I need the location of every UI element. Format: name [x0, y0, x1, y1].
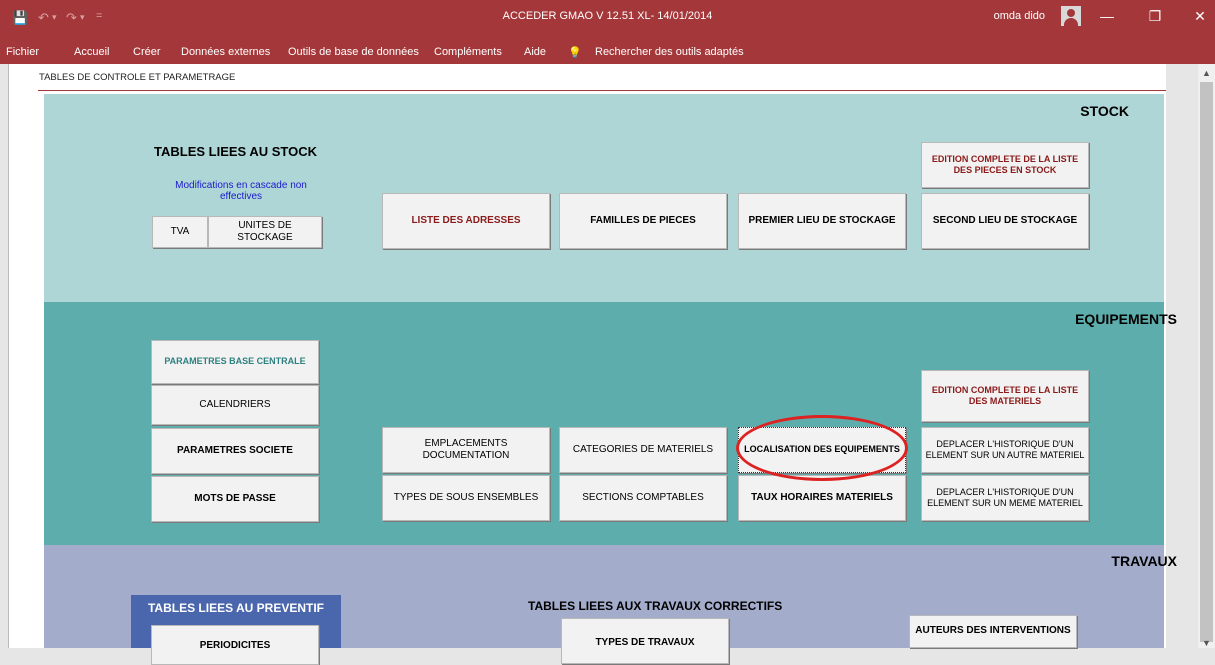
sections-comptables-button[interactable]: SECTIONS COMPTABLES: [559, 475, 727, 521]
ribbon-menu: Fichier Accueil Créer Données externes O…: [0, 40, 1215, 64]
types-sous-ensembles-button[interactable]: TYPES DE SOUS ENSEMBLES: [382, 475, 550, 521]
second-lieu-button[interactable]: SECOND LIEU DE STOCKAGE: [921, 193, 1089, 249]
restore-button[interactable]: ❐: [1140, 8, 1170, 25]
parametres-societe-button[interactable]: PARAMETRES SOCIETE: [151, 428, 319, 474]
minimize-button[interactable]: —: [1092, 8, 1122, 24]
unites-stockage-button[interactable]: UNITES DE STOCKAGE: [208, 216, 322, 248]
equipements-title: EQUIPEMENTS: [1075, 311, 1177, 327]
form-tab-title[interactable]: TABLES DE CONTROLE ET PARAMETRAGE: [39, 72, 235, 83]
lightbulb-icon[interactable]: 💡: [568, 46, 582, 59]
mots-de-passe-button[interactable]: MOTS DE PASSE: [151, 476, 319, 522]
edition-pieces-button[interactable]: EDITION COMPLETE DE LA LISTE DES PIECES …: [921, 142, 1089, 188]
travaux-title: TRAVAUX: [1111, 553, 1177, 569]
categories-materiels-button[interactable]: CATEGORIES DE MATERIELS: [559, 427, 727, 473]
tva-button[interactable]: TVA: [152, 216, 208, 248]
calendriers-button[interactable]: CALENDRIERS: [151, 385, 319, 425]
scroll-down-icon[interactable]: ▼: [1202, 638, 1211, 648]
menu-accueil[interactable]: Accueil: [74, 46, 109, 58]
preventif-heading: TABLES LIEES AU PREVENTIF: [147, 601, 324, 615]
scrollbar-thumb[interactable]: [1200, 82, 1213, 642]
menu-aide[interactable]: Aide: [524, 46, 546, 58]
scroll-up-icon[interactable]: ▲: [1202, 68, 1211, 78]
liste-adresses-button[interactable]: LISTE DES ADRESSES: [382, 193, 550, 249]
tell-me-search[interactable]: Rechercher des outils adaptés: [595, 46, 744, 58]
user-name[interactable]: omda dido: [994, 10, 1045, 22]
types-travaux-button[interactable]: TYPES DE TRAVAUX: [561, 618, 729, 664]
menu-fichier[interactable]: Fichier: [6, 46, 39, 58]
title-bar: 💾 ↶ ▾ ↷ ▾ = ACCEDER GMAO V 12.51 XL- 14/…: [0, 0, 1215, 40]
correctifs-heading: TABLES LIEES AUX TRAVAUX CORRECTIFS: [528, 599, 783, 613]
highlight-circle: [736, 415, 908, 481]
auteurs-interventions-button[interactable]: AUTEURS DES INTERVENTIONS: [909, 615, 1077, 648]
premier-lieu-button[interactable]: PREMIER LIEU DE STOCKAGE: [738, 193, 906, 249]
cascade-note: Modifications en cascade non effectives: [175, 180, 307, 202]
taux-horaires-button[interactable]: TAUX HORAIRES MATERIELS: [738, 475, 906, 521]
deplacer-meme-materiel-button[interactable]: DEPLACER L'HISTORIQUE D'UN ELEMENT SUR U…: [921, 475, 1089, 521]
deplacer-autre-materiel-button[interactable]: DEPLACER L'HISTORIQUE D'UN ELEMENT SUR U…: [921, 427, 1089, 473]
menu-outils-base[interactable]: Outils de base de données: [288, 46, 419, 58]
avatar[interactable]: [1061, 6, 1081, 26]
tables-stock-heading: TABLES LIEES AU STOCK: [154, 144, 317, 159]
edition-materiels-button[interactable]: EDITION COMPLETE DE LA LISTE DES MATERIE…: [921, 370, 1089, 422]
periodicites-button[interactable]: PERIODICITES: [151, 625, 319, 665]
menu-creer[interactable]: Créer: [133, 46, 161, 58]
base-centrale-button[interactable]: PARAMETRES BASE CENTRALE: [151, 340, 319, 384]
familles-pieces-button[interactable]: FAMILLES DE PIECES: [559, 193, 727, 249]
close-button[interactable]: ✕: [1185, 8, 1215, 25]
stock-title: STOCK: [1080, 103, 1129, 119]
menu-complements[interactable]: Compléments: [434, 46, 502, 58]
emplacements-doc-button[interactable]: EMPLACEMENTS DOCUMENTATION: [382, 427, 550, 473]
divider: [38, 90, 1166, 91]
vertical-scrollbar[interactable]: ▲ ▼: [1198, 64, 1215, 648]
menu-donnees-externes[interactable]: Données externes: [181, 46, 270, 58]
